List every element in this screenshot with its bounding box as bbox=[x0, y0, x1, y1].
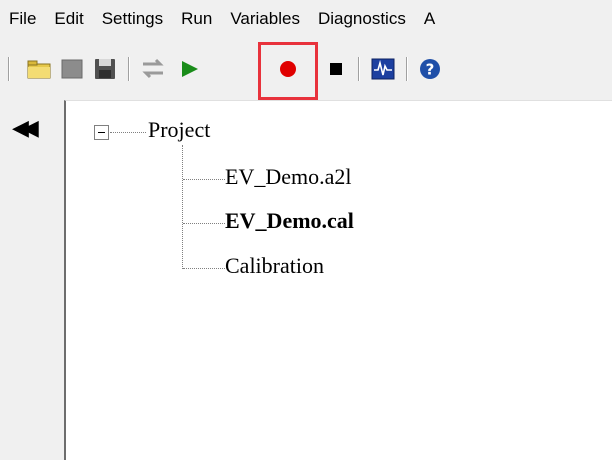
scope-button[interactable] bbox=[370, 56, 396, 82]
stop-button[interactable] bbox=[323, 56, 349, 82]
run-button[interactable] bbox=[176, 56, 202, 82]
menu-diagnostics[interactable]: Diagnostics bbox=[309, 0, 415, 38]
open-project-button[interactable] bbox=[26, 56, 52, 82]
tree-connector bbox=[183, 223, 225, 224]
stop-icon bbox=[330, 63, 342, 75]
svg-text:?: ? bbox=[426, 61, 435, 79]
menu-file[interactable]: File bbox=[0, 0, 45, 38]
help-icon: ? bbox=[420, 59, 440, 79]
collapse-tree-icon[interactable] bbox=[94, 125, 109, 140]
tree-item-a2l[interactable]: EV_Demo.a2l bbox=[225, 164, 351, 190]
gray-square-icon bbox=[61, 59, 83, 79]
tree-connector bbox=[183, 268, 225, 269]
save-button[interactable] bbox=[92, 56, 118, 82]
toolbar-separator bbox=[128, 57, 129, 81]
tree-connector bbox=[182, 145, 183, 269]
tree-connector bbox=[110, 132, 146, 133]
play-icon bbox=[182, 61, 198, 77]
menu-bar: File Edit Settings Run Variables Diagnos… bbox=[0, 0, 612, 38]
project-button[interactable] bbox=[59, 56, 85, 82]
record-button-highlight bbox=[258, 42, 318, 100]
transfer-button[interactable] bbox=[140, 56, 166, 82]
folder-icon bbox=[27, 60, 51, 79]
floppy-disk-icon bbox=[95, 59, 115, 79]
toolbar-separator bbox=[358, 57, 359, 81]
menu-run[interactable]: Run bbox=[172, 0, 221, 38]
tree-item-cal[interactable]: EV_Demo.cal bbox=[225, 208, 354, 234]
menu-settings[interactable]: Settings bbox=[93, 0, 172, 38]
double-chevron-left-icon[interactable]: ◀◀ bbox=[12, 114, 42, 144]
oscilloscope-icon bbox=[371, 58, 395, 80]
toolbar-separator bbox=[8, 57, 9, 81]
tree-root-project[interactable]: Project bbox=[148, 117, 210, 143]
menu-variables[interactable]: Variables bbox=[221, 0, 309, 38]
project-tree: Project EV_Demo.a2l EV_Demo.cal Calibrat… bbox=[64, 100, 612, 460]
menu-truncated[interactable]: A bbox=[415, 0, 444, 38]
toolbar-separator bbox=[406, 57, 407, 81]
help-button[interactable]: ? bbox=[417, 56, 443, 82]
tree-item-calibration[interactable]: Calibration bbox=[225, 253, 324, 279]
tree-connector bbox=[183, 179, 225, 180]
transfer-arrows-icon bbox=[142, 58, 164, 79]
menu-edit[interactable]: Edit bbox=[45, 0, 92, 38]
